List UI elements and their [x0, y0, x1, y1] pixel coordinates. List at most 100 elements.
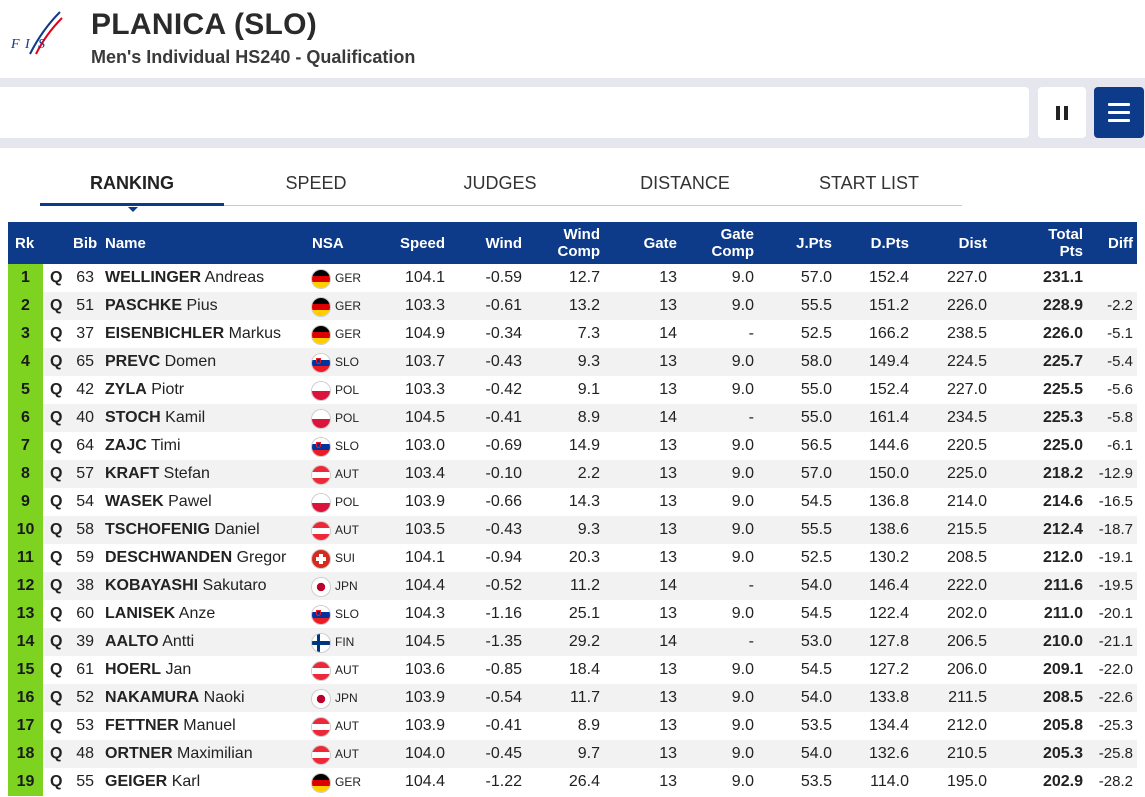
pause-button[interactable] [1038, 87, 1086, 138]
col-bib[interactable]: Bib [73, 222, 97, 264]
cell-dpts: 132.6 [868, 745, 909, 762]
athlete-name[interactable]: FETTNER Manuel [105, 712, 236, 740]
col-jpts[interactable]: J.Pts [778, 222, 832, 264]
tab-ranking[interactable]: RANKING [40, 172, 224, 206]
athlete-name[interactable]: PREVC Domen [105, 348, 216, 376]
cell-bib: 65 [76, 353, 94, 370]
cell-wind-comp: 18.4 [568, 661, 600, 678]
cell-gate: 13 [659, 773, 677, 790]
cell-total: 205.3 [1042, 745, 1083, 762]
cell-jpts: 52.5 [800, 549, 832, 566]
col-gate-comp[interactable]: Gate Comp [698, 222, 755, 264]
cell-jpts: 54.5 [800, 605, 832, 622]
athlete-name[interactable]: KOBAYASHI Sakutaro [105, 572, 267, 600]
col-speed[interactable]: Speed [388, 222, 445, 264]
cell-gate: 14 [659, 577, 677, 594]
athlete-name[interactable]: AALTO Antti [105, 628, 194, 656]
athlete-name[interactable]: NAKAMURA Naoki [105, 684, 245, 712]
cell-speed: 103.3 [404, 381, 445, 398]
table-row[interactable]: 6 Q 40 104.5 -0.41 8.9 14 - 55.0 161.4 234.5 225.3 -… [8, 404, 1137, 432]
col-gate[interactable]: Gate [628, 222, 677, 264]
table-row[interactable]: 18 Q 48 104.0 -0.45 9.7 13 9.0 54.0 132.6 210.5 205… [8, 740, 1137, 768]
cell-dpts: 138.6 [868, 521, 909, 538]
tab-judges[interactable]: JUDGES [408, 172, 592, 205]
tab-distance[interactable]: DISTANCE [593, 172, 777, 205]
cell-diff: -5.8 [1107, 409, 1133, 426]
athlete-name[interactable]: KRAFT Stefan [105, 460, 210, 488]
table-row[interactable]: 14 Q 39 104.5 -1.35 29.2 14 - 53.0 127.8 206.5 210.… [8, 628, 1137, 656]
athlete-surname: PASCHKE [105, 297, 183, 314]
tab-start-list[interactable]: START LIST [777, 172, 961, 205]
tab-speed[interactable]: SPEED [224, 172, 408, 205]
cell-q: Q [50, 269, 63, 286]
cell-gate: 13 [659, 381, 677, 398]
athlete-name[interactable]: ZYLA Piotr [105, 376, 184, 404]
menu-button[interactable] [1094, 87, 1144, 138]
athlete-name[interactable]: WASEK Pawel [105, 488, 212, 516]
flag-icon [312, 606, 330, 624]
cell-wind-comp: 9.3 [577, 521, 600, 538]
cell-dist: 214.0 [946, 493, 987, 510]
nsa-code: SUI [335, 551, 356, 565]
athlete-name[interactable]: ZAJC Timi [105, 432, 181, 460]
col-total-line2: Pts [1059, 243, 1083, 260]
athlete-name[interactable]: HOERL Jan [105, 656, 191, 684]
cell-wind: -0.66 [485, 493, 522, 510]
athlete-name[interactable]: ORTNER Maximilian [105, 740, 253, 768]
table-row[interactable]: 10 Q 58 103.5 -0.43 9.3 13 9.0 55.5 138.6 215.5 212… [8, 516, 1137, 544]
table-row[interactable]: 13 Q 60 104.3 -1.16 25.1 13 9.0 54.5 122.4 202.0 21… [8, 600, 1137, 628]
cell-q: Q [50, 521, 63, 538]
cell-dist: 206.0 [946, 661, 987, 678]
cell-gate-comp: 9.0 [731, 549, 754, 566]
table-row[interactable]: 3 Q 37 104.9 -0.34 7.3 14 - 52.5 166.2 238.5 226.0 -… [8, 320, 1137, 348]
cell-q: Q [50, 745, 63, 762]
athlete-name[interactable]: EISENBICHLER Markus [105, 320, 281, 348]
athlete-name[interactable]: PASCHKE Pius [105, 292, 218, 320]
athlete-name[interactable]: GEIGER Karl [105, 768, 200, 796]
fis-logo: F I S [8, 8, 64, 64]
athlete-name[interactable]: TSCHOFENIG Daniel [105, 516, 260, 544]
table-row[interactable]: 19 Q 55 104.4 -1.22 26.4 13 9.0 53.5 114.0 195.0 20… [8, 768, 1137, 796]
nsa-code: POL [335, 495, 360, 509]
table-row[interactable]: 2 Q 51 103.3 -0.61 13.2 13 9.0 55.5 151.2 226.0 228… [8, 292, 1137, 320]
flag-icon [312, 746, 330, 764]
col-nsa[interactable]: NSA [312, 222, 344, 264]
athlete-surname: KOBAYASHI [105, 577, 199, 594]
cell-dpts: 122.4 [868, 605, 909, 622]
col-dist[interactable]: Dist [928, 222, 987, 264]
athlete-name[interactable]: WELLINGER Andreas [105, 264, 264, 292]
table-row[interactable]: 4 Q 65 103.7 -0.43 9.3 13 9.0 58.0 149.4 224.5 225.… [8, 348, 1137, 376]
cell-bib: 40 [76, 409, 94, 426]
info-bar[interactable] [0, 87, 1029, 138]
col-total-pts[interactable]: Total Pts [1028, 222, 1083, 264]
athlete-name[interactable]: LANISEK Anze [105, 600, 215, 628]
cell-diff: -19.5 [1098, 577, 1133, 594]
col-diff[interactable]: Diff [1093, 222, 1133, 264]
table-row[interactable]: 12 Q 38 104.4 -0.52 11.2 14 - 54.0 146.4 222.0 211.… [8, 572, 1137, 600]
athlete-name[interactable]: STOCH Kamil [105, 404, 205, 432]
athlete-name[interactable]: DESCHWANDEN Gregor [105, 544, 286, 572]
table-row[interactable]: 7 Q 64 103.0 -0.69 14.9 13 9.0 56.5 144.6 220.5 225… [8, 432, 1137, 460]
table-row[interactable]: 5 Q 42 103.3 -0.42 9.1 13 9.0 55.0 152.4 227.0 225.… [8, 376, 1137, 404]
table-row[interactable]: 16 Q 52 103.9 -0.54 11.7 13 9.0 54.0 133.8 211.5 20… [8, 684, 1137, 712]
table-row[interactable]: 15 Q 61 103.6 -0.85 18.4 13 9.0 54.5 127.2 206.0 20… [8, 656, 1137, 684]
cell-total: 212.4 [1042, 521, 1083, 538]
cell-wind: -0.43 [485, 353, 522, 370]
cell-jpts: 54.0 [800, 577, 832, 594]
table-row[interactable]: 8 Q 57 103.4 -0.10 2.2 13 9.0 57.0 150.0 225.0 218.… [8, 460, 1137, 488]
table-row[interactable]: 17 Q 53 103.9 -0.41 8.9 13 9.0 53.5 134.4 212.0 205… [8, 712, 1137, 740]
cell-wind-comp: 8.9 [577, 409, 600, 426]
athlete-firstname: Karl [171, 773, 201, 790]
col-rk[interactable]: Rk [15, 222, 34, 264]
col-wind-comp[interactable]: Wind Comp [538, 222, 601, 264]
cell-gate-comp: 9.0 [731, 773, 754, 790]
col-wind[interactable]: Wind [468, 222, 522, 264]
col-dpts[interactable]: D.Pts [853, 222, 909, 264]
table-row[interactable]: 1 Q 63 104.1 -0.59 12.7 13 9.0 57.0 152.4 227.0 231… [8, 264, 1137, 292]
cell-gate: 13 [659, 353, 677, 370]
cell-diff [1093, 264, 1133, 292]
table-row[interactable]: 9 Q 54 103.9 -0.66 14.3 13 9.0 54.5 136.8 214.0 214… [8, 488, 1137, 516]
col-name[interactable]: Name [105, 222, 146, 264]
table-row[interactable]: 11 Q 59 104.1 -0.94 20.3 13 9.0 52.5 130.2 208.5 21… [8, 544, 1137, 572]
cell-bib: 39 [76, 633, 94, 650]
